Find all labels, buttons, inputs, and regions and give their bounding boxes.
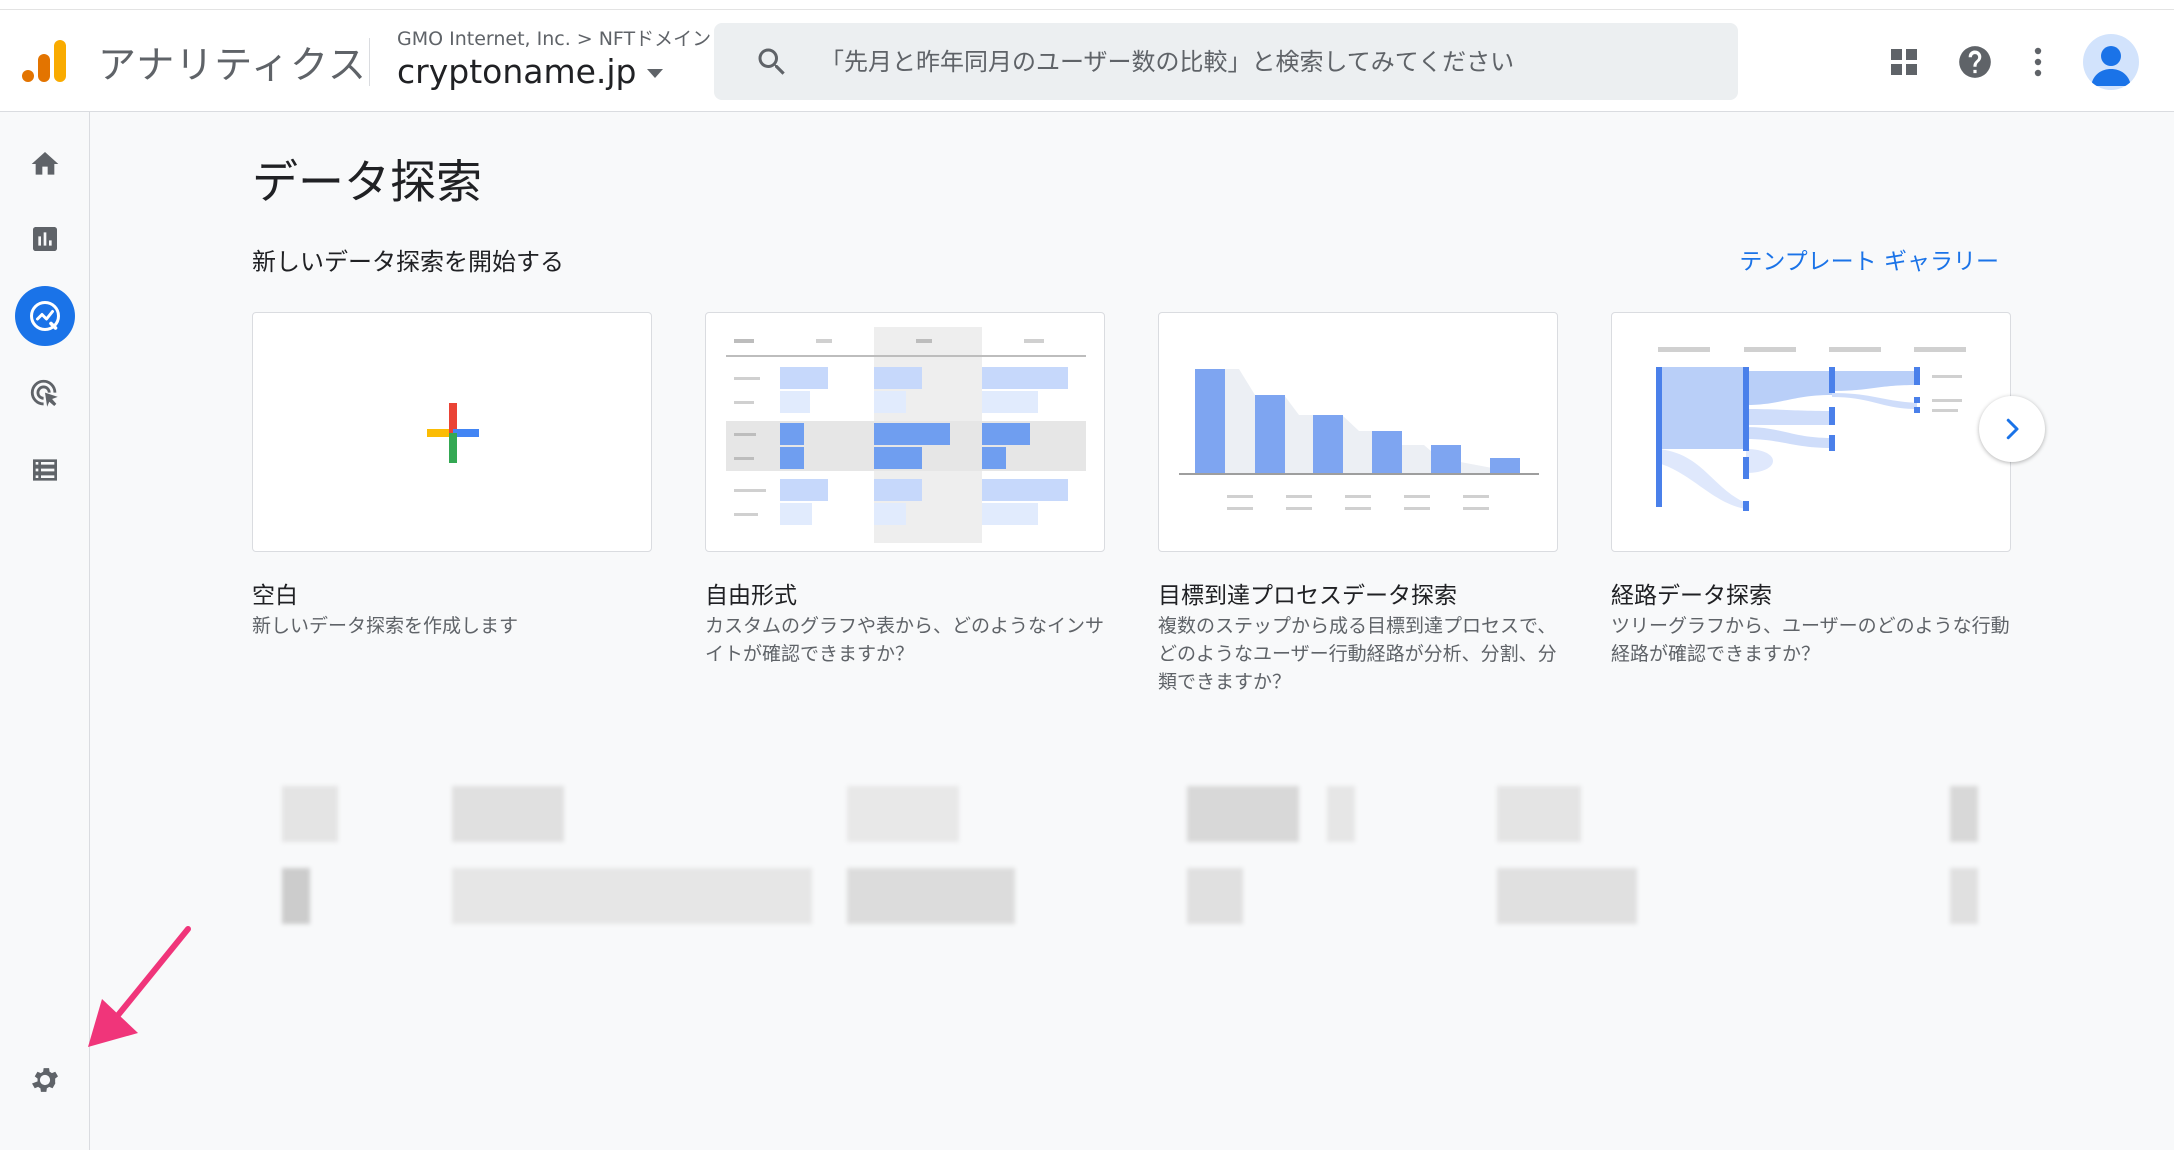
account-avatar[interactable]	[2083, 34, 2139, 90]
property-selector[interactable]: cryptoname.jp	[397, 52, 663, 91]
path-tree-illustration	[1656, 347, 1966, 511]
analytics-logo-icon[interactable]	[22, 38, 68, 84]
card-blank-desc: 新しいデータ探索を作成します	[252, 615, 519, 637]
card-funnel-desc: 複数のステップから成る目標到達プロセスで、どのようなユーザー行動経路が分析、分割…	[1158, 615, 1557, 693]
more-vert-icon[interactable]	[2016, 40, 2060, 84]
window-top-strip	[0, 0, 2174, 10]
help-icon[interactable]	[1953, 40, 1997, 84]
breadcrumb-separator: >	[576, 28, 593, 50]
dropdown-caret-icon	[646, 69, 663, 78]
card-free-form-desc: カスタムのグラフや表から、どのようなインサイトが確認できますか？	[705, 615, 1105, 665]
search-bar[interactable]	[714, 23, 1738, 100]
home-icon	[31, 152, 59, 175]
explore-icon	[30, 301, 60, 331]
header-divider	[369, 38, 370, 86]
bar-chart-icon	[33, 227, 57, 251]
three-dots-icon	[2034, 47, 2042, 77]
plus-icon	[427, 403, 479, 463]
section-title: 新しいデータ探索を開始する	[252, 248, 564, 276]
template-gallery-link[interactable]: テンプレート ギャラリー	[1739, 242, 1999, 276]
card-path-desc: ツリーグラフから、ユーザーのどのような行動経路が確認できますか？	[1611, 615, 2010, 665]
nav-explore[interactable]	[15, 286, 75, 346]
app-title: アナリティクス	[98, 43, 367, 87]
search-icon	[758, 48, 785, 75]
card-blank[interactable]	[252, 312, 652, 552]
card-free-form[interactable]	[705, 312, 1105, 552]
nav-reports[interactable]	[15, 209, 75, 269]
chevron-right-icon	[2006, 418, 2019, 440]
person-icon	[2091, 46, 2131, 86]
funnel-chart-illustration	[1179, 369, 1539, 510]
card-path-title: 経路データ探索	[1611, 583, 1772, 609]
annotation-arrow-icon	[88, 926, 191, 1047]
ads-click-icon	[30, 379, 58, 407]
page-title: データ探索	[252, 155, 482, 209]
card-blank-title: 空白	[252, 583, 298, 609]
account-name: GMO Internet, Inc.	[397, 28, 571, 50]
account-sub-name: NFTドメイン	[598, 28, 712, 50]
card-funnel[interactable]	[1158, 312, 1558, 552]
account-breadcrumb[interactable]: GMO Internet, Inc. > NFTドメイン	[397, 24, 711, 51]
nav-home[interactable]	[15, 134, 75, 194]
help-circle-icon	[1959, 46, 1991, 78]
nav-configure[interactable]	[15, 440, 75, 500]
list-icon	[33, 459, 57, 481]
property-name: cryptoname.jp	[397, 52, 637, 91]
apps-icon[interactable]	[1882, 40, 1926, 84]
left-navigation	[0, 112, 90, 1150]
card-path[interactable]	[1611, 312, 2011, 552]
top-app-bar: アナリティクス GMO Internet, Inc. > NFTドメイン crypt…	[0, 10, 2174, 112]
nav-settings[interactable]	[15, 1050, 75, 1110]
card-free-form-title: 自由形式	[705, 583, 797, 609]
search-input[interactable]	[820, 47, 1700, 76]
apps-grid-icon	[1891, 49, 1917, 75]
card-funnel-title: 目標到達プロセスデータ探索	[1158, 583, 1457, 609]
free-form-table-illustration	[726, 327, 1086, 543]
nav-advertising[interactable]	[15, 364, 75, 424]
gear-icon	[32, 1068, 58, 1092]
carousel-next-button[interactable]	[1979, 396, 2045, 462]
redacted-recent-explorations	[252, 760, 2032, 975]
